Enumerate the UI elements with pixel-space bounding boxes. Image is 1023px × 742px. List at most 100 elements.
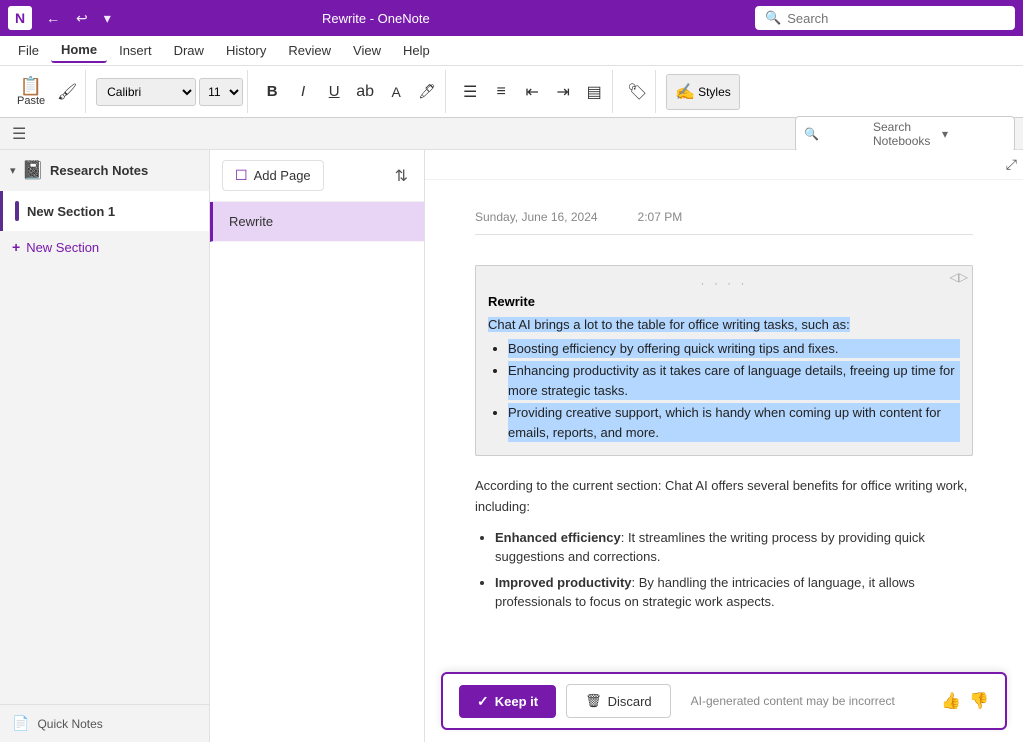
- rewrite-block[interactable]: · · · · ◁▷ Rewrite Chat AI brings a lot …: [475, 265, 973, 456]
- ai-disclaimer: AI-generated content may be incorrect: [681, 694, 931, 708]
- content-area: ⤢ Sunday, June 16, 2024 2:07 PM · · · · …: [425, 150, 1023, 742]
- menu-view[interactable]: View: [343, 39, 391, 62]
- discard-label: Discard: [608, 694, 652, 709]
- menu-bar: File Home Insert Draw History Review Vie…: [0, 36, 1023, 66]
- rewrite-bold-2: Improved productivity: [495, 575, 632, 590]
- clipboard-group: 📋 Paste 🖌: [8, 70, 86, 113]
- note-date-text: Sunday, June 16, 2024: [475, 210, 598, 224]
- back-button[interactable]: ←: [40, 8, 66, 28]
- menu-history[interactable]: History: [216, 39, 276, 62]
- tags-group: 🏷: [619, 70, 656, 113]
- keep-label: Keep it: [495, 694, 538, 709]
- pages-panel: ☐ Add Page ⇅ Rewrite: [210, 150, 425, 742]
- font-selector[interactable]: Calibri: [96, 78, 196, 106]
- decrease-indent-button[interactable]: ⇤: [518, 78, 546, 106]
- notebook-title: Research Notes: [50, 163, 148, 178]
- strikethrough-button[interactable]: ab: [351, 78, 379, 106]
- check-icon: ✓: [477, 693, 489, 710]
- rewrite-intro: According to the current section: Chat A…: [475, 476, 973, 518]
- format-painter-button[interactable]: 🖌: [53, 78, 81, 106]
- increase-indent-button[interactable]: ⇥: [549, 78, 577, 106]
- menu-draw[interactable]: Draw: [164, 39, 214, 62]
- title-controls: ← ↩ ▾: [40, 8, 117, 29]
- menu-help[interactable]: Help: [393, 39, 440, 62]
- thumbs-down-button[interactable]: 👎: [969, 691, 989, 711]
- block-resize-handle[interactable]: ◁▷: [950, 270, 968, 284]
- add-page-label: Add Page: [254, 168, 311, 183]
- font-color-button[interactable]: A: [382, 78, 410, 106]
- bullet-list-button[interactable]: ☰: [456, 78, 484, 106]
- notebook-header[interactable]: ▾ 📓 Research Notes: [0, 150, 209, 191]
- title-bar: N ← ↩ ▾ Rewrite - OneNote 🔍: [0, 0, 1023, 36]
- feedback-buttons: 👍 👎: [941, 691, 989, 711]
- section-title: New Section 1: [27, 204, 115, 219]
- quick-notes[interactable]: 📄 Quick Notes: [0, 704, 209, 742]
- add-page-icon: ☐: [235, 167, 248, 184]
- format-group: B I U ab A 🖊: [254, 70, 446, 113]
- sidebar: ▾ 📓 Research Notes New Section 1 + New S…: [0, 150, 210, 742]
- list-group: ☰ ≡ ⇤ ⇥ ▤: [452, 70, 613, 113]
- paste-button[interactable]: 📋 Paste: [12, 70, 50, 114]
- content-toolbar: ⤢: [425, 150, 1023, 180]
- keep-button[interactable]: ✓ Keep it: [459, 685, 556, 718]
- search-notebooks-icon: 🔍: [804, 127, 868, 141]
- chevron-down-icon: ▾: [10, 164, 16, 177]
- menu-file[interactable]: File: [8, 39, 49, 62]
- add-page-button[interactable]: ☐ Add Page: [222, 160, 324, 191]
- align-button[interactable]: ▤: [580, 78, 608, 106]
- menu-review[interactable]: Review: [278, 39, 341, 62]
- page-title: Rewrite: [229, 214, 273, 229]
- quick-notes-label: Quick Notes: [37, 717, 102, 731]
- quick-notes-icon: 📄: [12, 715, 29, 732]
- ribbon: 📋 Paste 🖌 Calibri 11 B I U ab A 🖊 ☰ ≡ ⇤ …: [0, 66, 1023, 118]
- notebook-icon: 📓: [22, 160, 44, 181]
- bullet-item-1: Boosting efficiency by offering quick wr…: [508, 339, 960, 359]
- numbered-list-button[interactable]: ≡: [487, 78, 515, 106]
- rewrite-bullet-2: Improved productivity: By handling the i…: [495, 573, 973, 612]
- ai-action-bar: ✓ Keep it 🗑 Discard AI-generated content…: [441, 672, 1007, 730]
- paste-icon: 📋: [20, 77, 42, 95]
- notebook-search-label: Search Notebooks: [873, 120, 937, 148]
- bullet-item-3: Providing creative support, which is han…: [508, 403, 960, 442]
- notebook-search[interactable]: 🔍 Search Notebooks ▾: [795, 116, 1015, 152]
- sub-bar: ☰ 🔍 Search Notebooks ▾: [0, 118, 1023, 150]
- rewrite-result: According to the current section: Chat A…: [475, 476, 973, 612]
- font-group: Calibri 11: [92, 70, 248, 113]
- undo-button[interactable]: ↩: [70, 8, 94, 29]
- search-icon: 🔍: [765, 10, 781, 26]
- search-input[interactable]: [787, 11, 987, 26]
- bullet-item-2: Enhancing productivity as it takes care …: [508, 361, 960, 400]
- rewrite-bold-1: Enhanced efficiency: [495, 530, 621, 545]
- italic-button[interactable]: I: [289, 78, 317, 106]
- menu-home[interactable]: Home: [51, 38, 107, 63]
- underline-button[interactable]: U: [320, 78, 348, 106]
- page-item[interactable]: Rewrite: [210, 202, 424, 242]
- section-color-indicator: [15, 201, 19, 221]
- intro-selected: Chat AI brings a lot to the table for of…: [488, 317, 850, 332]
- styles-icon: ✍: [675, 82, 695, 102]
- tags-button[interactable]: 🏷: [623, 78, 651, 106]
- bullet-list-selected: Boosting efficiency by offering quick wr…: [508, 339, 960, 443]
- hamburger-menu[interactable]: ☰: [8, 120, 30, 148]
- title-search-box[interactable]: 🔍: [755, 6, 1015, 30]
- menu-insert[interactable]: Insert: [109, 39, 162, 62]
- sort-button[interactable]: ⇅: [391, 162, 412, 190]
- thumbs-up-button[interactable]: 👍: [941, 691, 961, 711]
- notebook-dropdown-arrow: ▾: [942, 127, 1006, 141]
- bold-button[interactable]: B: [258, 78, 286, 106]
- dropdown-button[interactable]: ▾: [98, 8, 117, 29]
- pages-toolbar: ☐ Add Page ⇅: [210, 150, 424, 202]
- main-area: ▾ 📓 Research Notes New Section 1 + New S…: [0, 150, 1023, 742]
- new-section-label: New Section: [26, 240, 99, 255]
- styles-button[interactable]: ✍ Styles: [666, 74, 740, 110]
- font-size-selector[interactable]: 11: [199, 78, 243, 106]
- discard-button[interactable]: 🗑 Discard: [566, 684, 671, 718]
- trash-icon: 🗑: [585, 693, 602, 709]
- highlight-button[interactable]: 🖊: [413, 78, 441, 106]
- section-item[interactable]: New Section 1: [0, 191, 209, 231]
- note-date: Sunday, June 16, 2024 2:07 PM: [475, 210, 973, 235]
- expand-button[interactable]: ⤢: [1006, 156, 1017, 173]
- note-area: Sunday, June 16, 2024 2:07 PM · · · · ◁▷…: [425, 180, 1023, 672]
- block-handle: · · · ·: [488, 276, 960, 290]
- new-section-button[interactable]: + New Section: [0, 231, 209, 263]
